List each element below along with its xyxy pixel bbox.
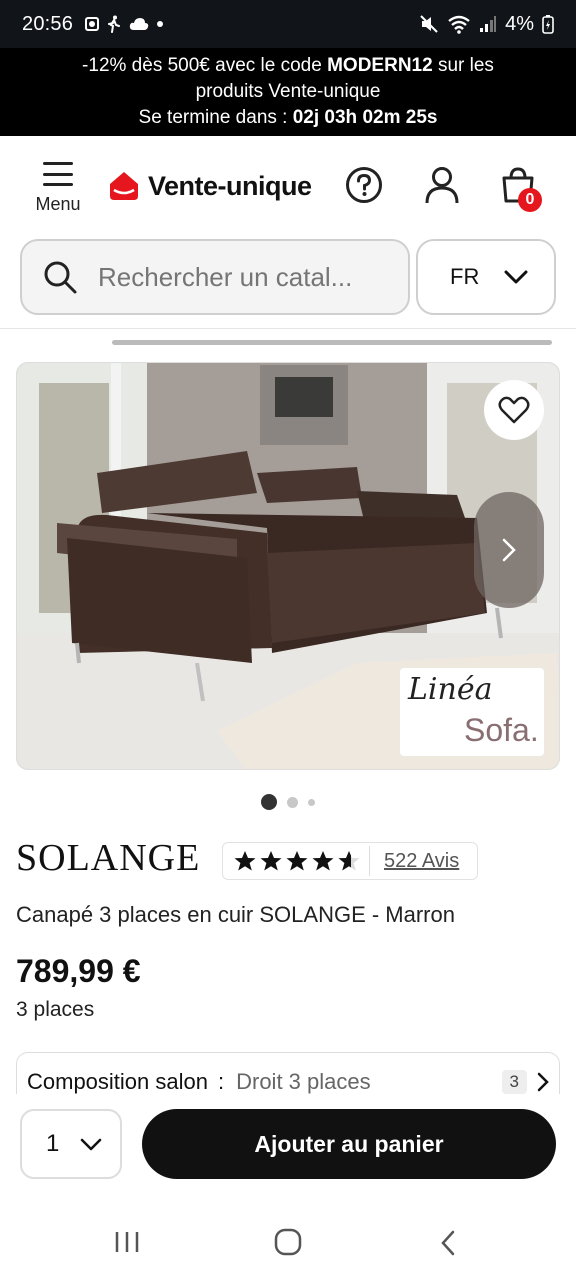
- site-header: Menu Vente-unique 0: [0, 136, 576, 236]
- chevron-right-icon: [537, 1072, 549, 1092]
- search-box[interactable]: [20, 239, 410, 315]
- rating-box[interactable]: 522 Avis: [222, 842, 478, 880]
- carousel-dot-active[interactable]: [261, 794, 277, 810]
- cart-button[interactable]: 0: [500, 166, 542, 212]
- battery-percent: 4%: [505, 12, 534, 35]
- carousel-dot[interactable]: [287, 796, 298, 808]
- star-icon: [312, 851, 334, 871]
- site-logo[interactable]: Vente-unique: [108, 170, 312, 202]
- brand-script: Linéa: [408, 672, 493, 707]
- search-input[interactable]: [98, 261, 388, 293]
- promo-text-end: sur les: [432, 55, 494, 76]
- composition-count: 3: [501, 1070, 527, 1094]
- star-icon: [234, 851, 256, 871]
- help-icon: [346, 167, 382, 203]
- status-system-icons: 4%: [419, 13, 554, 36]
- logo-text: Vente-unique: [148, 170, 312, 201]
- carousel-dot[interactable]: [308, 798, 315, 806]
- notification-app-icon: [85, 17, 100, 31]
- promo-code: MODERN12: [327, 55, 433, 76]
- language-select[interactable]: FR: [416, 239, 556, 315]
- recent-apps-icon[interactable]: [114, 1230, 140, 1254]
- heart-icon: [498, 396, 530, 424]
- rating-separator: [369, 846, 370, 876]
- chevron-down-icon: [80, 1138, 102, 1150]
- composition-value: Droit 3 places: [236, 1069, 371, 1094]
- next-image-button[interactable]: [474, 492, 544, 608]
- countdown-timer: 02j 03h 02m 25s: [292, 107, 438, 128]
- wifi-icon: [448, 15, 470, 34]
- star-half-icon: [338, 851, 360, 871]
- composition-separator: :: [217, 1069, 225, 1094]
- account-button[interactable]: [424, 166, 460, 209]
- quantity-value: 1: [46, 1130, 60, 1157]
- language-value: FR: [450, 264, 480, 289]
- promo-line-1: -12% dès 500€ avec le code MODERN12 sur …: [0, 53, 576, 79]
- back-icon[interactable]: [440, 1230, 456, 1256]
- search-icon: [44, 261, 77, 294]
- reviews-link[interactable]: 522 Avis: [384, 850, 459, 873]
- countdown-label: Se termine dans :: [138, 107, 293, 128]
- status-bar: 20:56 4%: [0, 0, 576, 48]
- brand-name: Sofa.: [464, 712, 539, 748]
- cloud-icon: [129, 18, 149, 30]
- chevron-right-icon: [502, 538, 516, 562]
- status-time: 20:56: [22, 12, 74, 35]
- menu-label: Menu: [35, 194, 81, 214]
- product-subtitle: Canapé 3 places en cuir SOLANGE - Marron: [16, 902, 455, 927]
- composition-label: Composition salon: [27, 1069, 208, 1094]
- header-divider: [0, 328, 576, 329]
- brand-logo-badge: Linéa Sofa.: [400, 668, 544, 756]
- menu-button[interactable]: Menu: [30, 162, 86, 215]
- signal-icon: [480, 16, 497, 32]
- promo-banner[interactable]: -12% dès 500€ avec le code MODERN12 sur …: [0, 48, 576, 136]
- home-icon[interactable]: [274, 1228, 302, 1256]
- product-places: 3 places: [16, 998, 95, 1021]
- more-notifications-dot: [157, 21, 164, 27]
- product-price: 789,99 €: [16, 953, 141, 989]
- favorite-button[interactable]: [484, 380, 544, 440]
- logo-house-icon: [110, 172, 138, 200]
- chevron-down-icon: [504, 270, 528, 284]
- rating-stars: [233, 849, 361, 873]
- mute-icon: [420, 15, 438, 33]
- android-nav-bar: [0, 1204, 576, 1280]
- hamburger-icon: [43, 162, 73, 186]
- promo-line-2: produits Vente-unique: [195, 81, 381, 102]
- battery-charging-icon: [542, 15, 554, 34]
- breadcrumb-scrollbar[interactable]: [112, 340, 552, 345]
- quantity-select[interactable]: 1: [20, 1109, 122, 1179]
- user-icon: [425, 167, 459, 204]
- help-button[interactable]: [345, 166, 383, 209]
- star-icon: [260, 851, 282, 871]
- cart-count-badge: 0: [518, 188, 542, 212]
- status-notification-icons: [85, 15, 164, 33]
- promo-line-3: Se termine dans : 02j 03h 02m 25s: [0, 105, 576, 131]
- star-icon: [286, 851, 308, 871]
- carousel-dots[interactable]: [0, 794, 576, 810]
- product-name: SOLANGE: [16, 837, 201, 879]
- walking-icon: [108, 15, 121, 33]
- add-to-cart-button[interactable]: Ajouter au panier: [142, 1109, 556, 1179]
- promo-text: -12% dès 500€ avec le code: [82, 55, 328, 76]
